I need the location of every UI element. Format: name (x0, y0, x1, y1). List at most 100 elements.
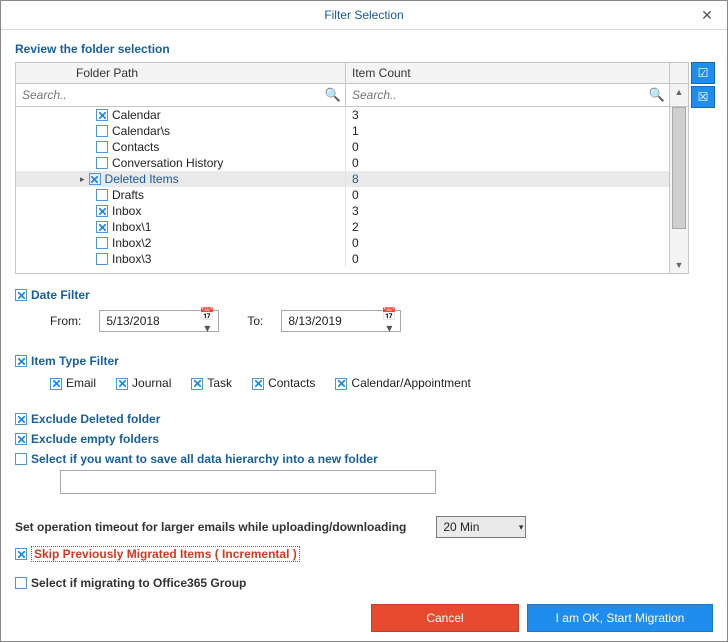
calendar-label: Calendar/Appointment (351, 376, 470, 390)
office365-group-label: Select if migrating to Office365 Group (31, 576, 246, 590)
check-all-icon: ☑ (698, 66, 709, 80)
exclude-deleted-checkbox[interactable] (15, 413, 27, 425)
folder-checkbox[interactable] (96, 237, 108, 249)
folder-checkbox[interactable] (96, 125, 108, 137)
table-row[interactable]: Conversation History 0 (16, 155, 669, 171)
exclude-deleted-label: Exclude Deleted folder (31, 412, 160, 426)
folder-name: Calendar\s (112, 123, 170, 139)
folder-checkbox[interactable] (96, 205, 108, 217)
folder-name: Drafts (112, 187, 144, 203)
window-title: Filter Selection (324, 8, 403, 22)
scroll-down-arrow-icon[interactable]: ▼ (670, 257, 688, 273)
item-type-filter-checkbox[interactable] (15, 355, 27, 367)
to-date-picker[interactable]: 8/13/2019 📅▾ (281, 310, 401, 332)
search-folder-path-input[interactable] (20, 87, 325, 103)
item-count: 0 (346, 235, 669, 251)
table-row[interactable]: Inbox\3 0 (16, 251, 669, 267)
calendar-icon: 📅▾ (198, 307, 216, 335)
journal-label: Journal (132, 376, 171, 390)
folder-checkbox[interactable] (96, 109, 108, 121)
journal-checkbox[interactable] (116, 378, 128, 390)
contacts-checkbox[interactable] (252, 378, 264, 390)
to-date-value: 8/13/2019 (288, 314, 341, 328)
folder-name: Calendar (112, 107, 161, 123)
search-icon[interactable]: 🔍 (649, 87, 665, 103)
folder-grid: Folder Path Item Count 🔍 🔍 ▲ Calendar3Ca… (15, 62, 689, 274)
task-label: Task (207, 376, 232, 390)
search-icon[interactable]: 🔍 (325, 87, 341, 103)
scroll-up-arrow-icon[interactable]: ▲ (670, 84, 688, 100)
calendar-checkbox[interactable] (335, 378, 347, 390)
skip-previously-migrated-label: Skip Previously Migrated Items ( Increme… (31, 546, 300, 562)
email-checkbox[interactable] (50, 378, 62, 390)
table-row[interactable]: ▸ Deleted Items 8 (16, 171, 669, 187)
vertical-scrollbar[interactable]: ▼ (669, 107, 688, 273)
to-label: To: (247, 314, 263, 328)
expand-icon[interactable]: ▸ (80, 171, 85, 187)
item-count: 0 (346, 139, 669, 155)
save-hierarchy-checkbox[interactable] (15, 453, 27, 465)
grid-header: Folder Path Item Count (16, 63, 688, 84)
folder-checkbox[interactable] (96, 157, 108, 169)
item-count: 3 (346, 107, 669, 123)
exclude-empty-label: Exclude empty folders (31, 432, 159, 446)
dialog-footer: Cancel I am OK, Start Migration (1, 595, 727, 641)
from-date-value: 5/13/2018 (106, 314, 159, 328)
email-label: Email (66, 376, 96, 390)
table-row[interactable]: Calendar\s 1 (16, 123, 669, 139)
folder-checkbox[interactable] (96, 253, 108, 265)
item-count: 0 (346, 251, 669, 267)
review-header: Review the folder selection (15, 42, 713, 56)
timeout-dropdown[interactable]: 20 Min ▾ (436, 516, 526, 538)
cancel-button-label: Cancel (426, 611, 463, 625)
folder-checkbox[interactable] (96, 189, 108, 201)
item-count: 3 (346, 203, 669, 219)
table-row[interactable]: Drafts0 (16, 187, 669, 203)
timeout-label: Set operation timeout for larger emails … (15, 520, 406, 534)
skip-previously-migrated-checkbox[interactable] (15, 548, 27, 560)
folder-name: Inbox\1 (112, 219, 151, 235)
folder-name: Inbox\2 (112, 235, 151, 251)
timeout-value: 20 Min (443, 520, 479, 534)
calendar-icon: 📅▾ (380, 307, 398, 335)
item-count: 8 (346, 171, 669, 187)
table-row[interactable]: Calendar 3 (16, 107, 669, 123)
folder-checkbox[interactable] (96, 141, 108, 153)
item-count: 2 (346, 219, 669, 235)
item-count: 0 (346, 155, 669, 171)
item-count: 1 (346, 123, 669, 139)
deselect-all-button[interactable]: ☒ (691, 86, 715, 108)
task-checkbox[interactable] (191, 378, 203, 390)
select-all-button[interactable]: ☑ (691, 62, 715, 84)
start-migration-button[interactable]: I am OK, Start Migration (527, 604, 713, 632)
new-folder-name-input[interactable] (60, 470, 436, 494)
window-close-button[interactable]: ✕ (687, 1, 727, 29)
uncheck-all-icon: ☒ (698, 90, 709, 104)
column-header-item-count[interactable]: Item Count (346, 63, 669, 83)
table-row[interactable]: Inbox 3 (16, 203, 669, 219)
column-header-folder-path[interactable]: Folder Path (16, 63, 346, 83)
from-label: From: (50, 314, 81, 328)
search-item-count-input[interactable] (350, 87, 649, 103)
grid-search-row: 🔍 🔍 ▲ (16, 84, 688, 107)
office365-group-checkbox[interactable] (15, 577, 27, 589)
date-filter-checkbox[interactable] (15, 289, 27, 301)
scrollbar-thumb[interactable] (672, 107, 686, 229)
contacts-label: Contacts (268, 376, 315, 390)
folder-name: Deleted Items (105, 171, 179, 187)
title-bar: Filter Selection ✕ (1, 1, 727, 30)
folder-checkbox[interactable] (96, 221, 108, 233)
close-icon: ✕ (701, 7, 713, 23)
table-row[interactable]: Contacts0 (16, 139, 669, 155)
cancel-button[interactable]: Cancel (371, 604, 519, 632)
folder-checkbox[interactable] (89, 173, 101, 185)
from-date-picker[interactable]: 5/13/2018 📅▾ (99, 310, 219, 332)
folder-name: Inbox (112, 203, 141, 219)
start-migration-button-label: I am OK, Start Migration (556, 611, 685, 625)
folder-name: Conversation History (112, 155, 223, 171)
table-row[interactable]: Inbox\2 0 (16, 235, 669, 251)
exclude-empty-checkbox[interactable] (15, 433, 27, 445)
table-row[interactable]: Inbox\1 2 (16, 219, 669, 235)
chevron-down-icon: ▾ (519, 522, 524, 533)
folder-name: Inbox\3 (112, 251, 151, 267)
